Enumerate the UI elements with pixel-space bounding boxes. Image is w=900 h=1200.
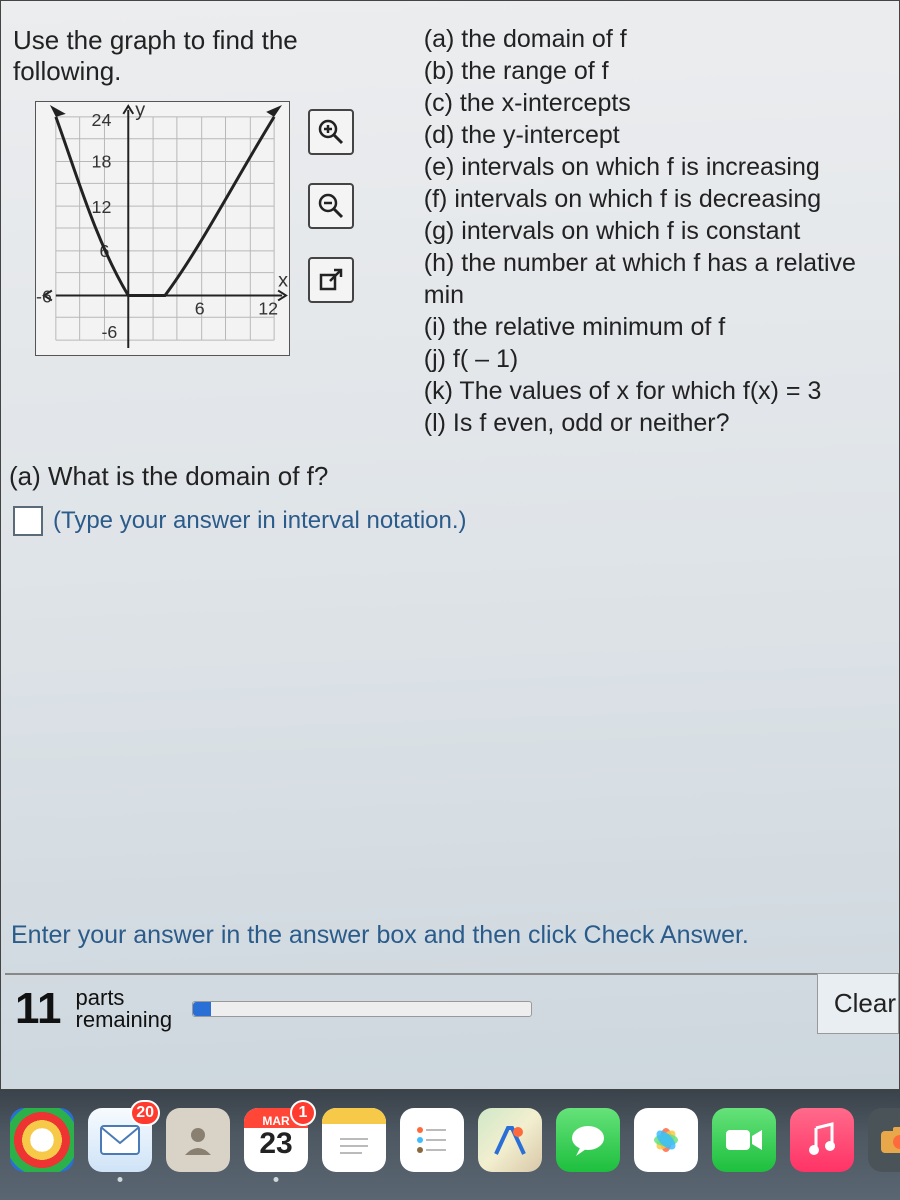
graph-container: -6 6 12 6 12 18 24 -6 y x <box>35 101 290 361</box>
x-axis-label: x <box>278 270 288 292</box>
question-page: Use the graph to find the following. <box>0 0 900 1090</box>
graph-and-tools: -6 6 12 6 12 18 24 -6 y x <box>35 101 414 361</box>
dock-contacts[interactable] <box>166 1108 230 1172</box>
y-tick-12: 12 <box>92 197 112 217</box>
instruction-text: Use the graph to find the following. <box>5 19 414 95</box>
dock-mail[interactable]: 20 <box>88 1108 152 1172</box>
subpart-j: (j) f( – 1) <box>424 343 899 375</box>
y-tick-neg6: -6 <box>101 322 117 342</box>
dock-calendar[interactable]: MAR 23 1 <box>244 1108 308 1172</box>
x-tick-neg6: -6 <box>36 286 52 306</box>
mail-badge: 20 <box>130 1100 160 1126</box>
parts-label: parts remaining <box>76 987 173 1031</box>
x-tick-6: 6 <box>195 298 205 318</box>
subpart-i: (i) the relative minimum of f <box>424 311 899 343</box>
progress-bar <box>192 1001 532 1017</box>
dock-maps[interactable] <box>478 1108 542 1172</box>
popout-button[interactable] <box>308 257 354 303</box>
dock-chrome[interactable] <box>10 1108 74 1172</box>
enter-note: Enter your answer in the answer box and … <box>5 921 899 950</box>
answer-input[interactable] <box>13 506 43 536</box>
y-tick-24: 24 <box>92 110 112 130</box>
zoom-in-button[interactable] <box>308 109 354 155</box>
calendar-day: 23 <box>259 1127 292 1161</box>
contacts-icon <box>181 1123 215 1157</box>
zoom-out-icon <box>317 192 345 220</box>
subpart-e: (e) intervals on which f is increasing <box>424 151 899 183</box>
music-icon <box>806 1122 838 1158</box>
mail-icon <box>100 1125 140 1155</box>
y-tick-18: 18 <box>92 151 112 171</box>
subpart-a: (a) the domain of f <box>424 23 899 55</box>
dock-photos[interactable] <box>634 1108 698 1172</box>
calendar-month: MAR <box>262 1114 289 1128</box>
answer-hint: (Type your answer in interval notation.) <box>53 507 467 535</box>
macos-dock: 20 MAR 23 1 <box>0 1090 900 1200</box>
y-axis-label: y <box>135 101 145 121</box>
progress-fill <box>193 1002 211 1016</box>
subpart-c: (c) the x-intercepts <box>424 87 899 119</box>
subparts-list: (a) the domain of f (b) the range of f (… <box>424 19 899 439</box>
dock-photobooth[interactable] <box>868 1108 900 1172</box>
facetime-icon <box>724 1126 764 1154</box>
question-a-text: (a) What is the domain of f? <box>9 461 899 492</box>
messages-icon <box>568 1122 608 1158</box>
calendar-badge: 1 <box>290 1100 316 1126</box>
subpart-d: (d) the y-intercept <box>424 119 899 151</box>
parts-count: 11 <box>15 984 62 1034</box>
photobooth-icon <box>879 1125 900 1155</box>
subpart-l: (l) Is f even, odd or neither? <box>424 407 899 439</box>
popout-icon <box>318 267 344 293</box>
reminders-icon <box>412 1120 452 1160</box>
parts-remaining-row: 11 parts remaining Clear <box>5 973 899 1037</box>
function-graph: -6 6 12 6 12 18 24 -6 y x <box>35 101 290 356</box>
x-tick-12: 12 <box>258 298 278 318</box>
answer-row: (Type your answer in interval notation.) <box>13 506 899 536</box>
graph-toolbar <box>308 109 354 303</box>
dock-messages[interactable] <box>556 1108 620 1172</box>
subpart-g: (g) intervals on which f is constant <box>424 215 899 247</box>
dock-reminders[interactable] <box>400 1108 464 1172</box>
subpart-k: (k) The values of x for which f(x) = 3 <box>424 375 899 407</box>
subpart-f: (f) intervals on which f is decreasing <box>424 183 899 215</box>
clear-button[interactable]: Clear <box>817 973 899 1034</box>
zoom-out-button[interactable] <box>308 183 354 229</box>
notes-icon <box>334 1133 374 1159</box>
dock-music[interactable] <box>790 1108 854 1172</box>
zoom-in-icon <box>317 118 345 146</box>
photos-icon <box>645 1119 687 1161</box>
dock-facetime[interactable] <box>712 1108 776 1172</box>
subpart-h: (h) the number at which f has a relative… <box>424 247 899 311</box>
top-row: Use the graph to find the following. <box>5 19 899 439</box>
subpart-b: (b) the range of f <box>424 55 899 87</box>
dock-notes[interactable] <box>322 1108 386 1172</box>
maps-icon <box>490 1120 530 1160</box>
